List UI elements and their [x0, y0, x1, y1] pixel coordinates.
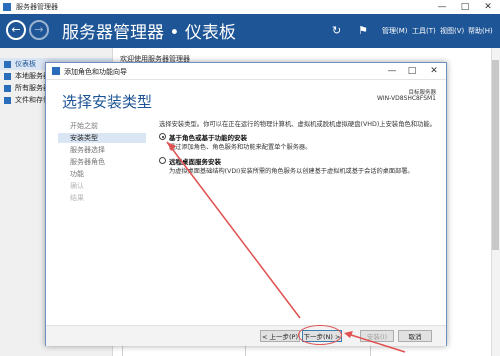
annotation-arrow: [166, 141, 301, 319]
annotation-arrowhead: [167, 142, 176, 151]
annotation-overlay: [166, 141, 406, 353]
annotation-circle: [298, 325, 342, 345]
annotation-arrow: [347, 333, 406, 353]
